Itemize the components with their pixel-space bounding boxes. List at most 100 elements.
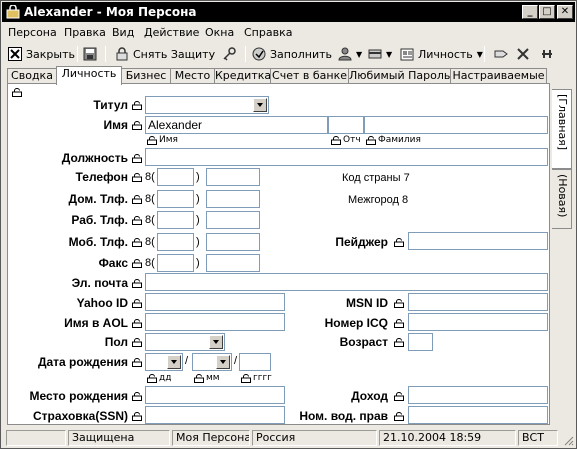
- fill-button[interactable]: Заполнить: [252, 45, 332, 63]
- home-phone-number-input[interactable]: [206, 190, 260, 208]
- tag-button[interactable]: [494, 45, 512, 63]
- menu-help[interactable]: Справка: [244, 26, 292, 39]
- fax-area-input[interactable]: [157, 254, 194, 272]
- side-tab-new[interactable]: (Новая): [552, 169, 572, 229]
- first-name-input[interactable]: Alexander: [145, 116, 328, 134]
- save-button[interactable]: [83, 45, 101, 63]
- lock-icon[interactable]: [132, 392, 142, 401]
- card-dropdown-button[interactable]: ▼: [368, 45, 392, 63]
- identity-dropdown-button[interactable]: ▼: [338, 45, 362, 63]
- menu-action[interactable]: Действие: [144, 26, 199, 39]
- menu-edit[interactable]: Правка: [64, 26, 106, 39]
- lock-icon[interactable]: [147, 374, 157, 383]
- birthplace-input[interactable]: [145, 386, 285, 404]
- fax-number-input[interactable]: [206, 254, 260, 272]
- middle-name-input[interactable]: [328, 116, 364, 134]
- icq-input[interactable]: [408, 313, 548, 331]
- lock-icon[interactable]: [12, 88, 22, 97]
- tab-custom[interactable]: Настраиваемые: [450, 68, 547, 84]
- home-phone-area-input[interactable]: [157, 190, 194, 208]
- lock-icon[interactable]: [132, 154, 142, 163]
- lock-icon[interactable]: [394, 238, 404, 247]
- lock-icon[interactable]: [132, 299, 142, 308]
- work-phone-number-input[interactable]: [206, 211, 260, 229]
- pager-input[interactable]: [408, 232, 548, 250]
- work-phone-area-input[interactable]: [157, 211, 194, 229]
- position-input[interactable]: [145, 148, 548, 166]
- lock-icon[interactable]: [366, 136, 376, 145]
- lock-icon[interactable]: [132, 319, 142, 328]
- lock-icon[interactable]: [132, 216, 142, 225]
- lock-icon[interactable]: [194, 374, 204, 383]
- tools-button[interactable]: [516, 45, 534, 63]
- application-window: Alexander - Моя Персона _ □ ✕ Персона Пр…: [0, 0, 577, 449]
- license-input[interactable]: [408, 406, 548, 424]
- persona-dropdown-button[interactable]: Личность ▼: [400, 45, 483, 63]
- ssn-input[interactable]: [145, 406, 285, 424]
- lock-icon[interactable]: [132, 195, 142, 204]
- title-label: Титул: [93, 98, 128, 112]
- lock-icon[interactable]: [132, 338, 142, 347]
- mobile-phone-area-input[interactable]: [157, 233, 194, 251]
- lock-icon[interactable]: [241, 374, 251, 383]
- email-input[interactable]: [145, 273, 548, 291]
- lock-icon[interactable]: [394, 319, 404, 328]
- lock-icon[interactable]: [394, 392, 404, 401]
- income-label: Доход: [351, 389, 388, 403]
- phone-number-input[interactable]: [206, 168, 260, 186]
- birth-month-select[interactable]: [192, 353, 232, 371]
- sex-select[interactable]: [145, 333, 225, 351]
- aol-input[interactable]: [145, 313, 285, 331]
- tab-identity[interactable]: Личность: [56, 66, 122, 85]
- lock-icon[interactable]: [394, 338, 404, 347]
- lock-icon[interactable]: [132, 121, 142, 130]
- lock-icon[interactable]: [147, 136, 157, 145]
- menu-view[interactable]: Вид: [112, 26, 134, 39]
- title-select[interactable]: [145, 96, 269, 114]
- lock-icon[interactable]: [132, 101, 142, 110]
- pager-label: Пейджер: [335, 235, 388, 249]
- last-name-input[interactable]: [364, 116, 548, 134]
- phone-area-input[interactable]: [157, 168, 194, 186]
- tab-summary[interactable]: Сводка: [7, 68, 57, 84]
- date-separator: /: [185, 355, 189, 367]
- side-tab-main[interactable]: [Главная]: [552, 89, 572, 169]
- chevron-down-icon: [209, 335, 223, 349]
- close-window-button[interactable]: ✕: [557, 5, 573, 19]
- unlock-button[interactable]: Снять Защиту: [115, 45, 215, 63]
- lock-icon[interactable]: [132, 173, 142, 182]
- close-button[interactable]: Закрыть: [8, 45, 75, 63]
- yahoo-input[interactable]: [145, 293, 285, 311]
- birth-day-select[interactable]: [145, 353, 183, 371]
- menu-windows[interactable]: Окна: [205, 26, 234, 39]
- maximize-button[interactable]: □: [539, 5, 555, 19]
- lock-icon[interactable]: [331, 136, 341, 145]
- phone-prefix: 8(: [145, 171, 155, 183]
- lock-icon[interactable]: [132, 358, 142, 367]
- lock-icon[interactable]: [394, 412, 404, 421]
- age-input[interactable]: [408, 333, 433, 351]
- tab-place[interactable]: Место: [170, 68, 215, 84]
- pin-button[interactable]: [540, 45, 558, 63]
- resize-grip-icon[interactable]: [562, 434, 574, 446]
- chevron-down-icon: [216, 355, 230, 369]
- tab-business[interactable]: Бизнес: [121, 68, 171, 84]
- tab-credit-card[interactable]: Кредитка: [214, 68, 271, 84]
- chevron-down-icon: ▼: [386, 49, 393, 59]
- lock-icon[interactable]: [132, 412, 142, 421]
- birth-year-input[interactable]: [239, 353, 271, 371]
- status-persona: Моя Персона: [172, 430, 250, 446]
- mobile-phone-number-input[interactable]: [206, 233, 260, 251]
- lock-icon[interactable]: [132, 238, 142, 247]
- minimize-button[interactable]: _: [522, 5, 538, 19]
- income-input[interactable]: [408, 386, 548, 404]
- lock-icon[interactable]: [394, 299, 404, 308]
- menu-persona[interactable]: Персона: [8, 26, 57, 39]
- tab-bank-account[interactable]: Счет в банке: [270, 68, 349, 84]
- lock-icon[interactable]: [132, 279, 142, 288]
- lock-icon[interactable]: [132, 259, 142, 268]
- key-button[interactable]: [222, 45, 240, 63]
- tab-favorite-password[interactable]: Любимый Пароль: [348, 68, 451, 84]
- title-bar: Alexander - Моя Персона _ □ ✕: [2, 2, 575, 22]
- msn-input[interactable]: [408, 293, 548, 311]
